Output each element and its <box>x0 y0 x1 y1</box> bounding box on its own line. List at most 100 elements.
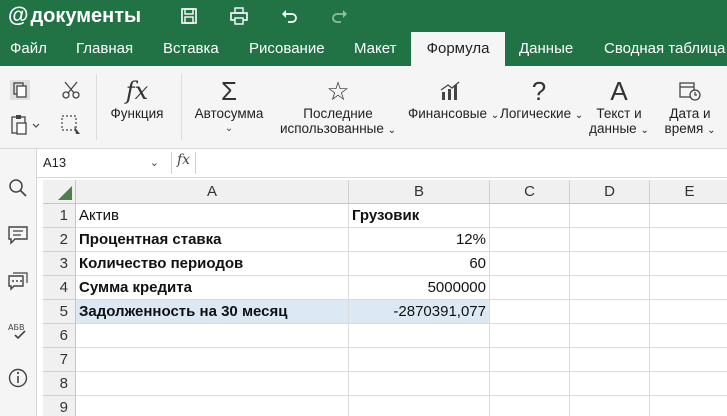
formula-bar: A13 ⌄ fx <box>37 149 727 178</box>
app-logo[interactable]: @ документы <box>8 4 141 28</box>
ribbon-separator <box>96 74 97 140</box>
grid-cell[interactable] <box>570 396 650 416</box>
tab-pivot[interactable]: Сводная таблица <box>604 32 725 66</box>
save-icon[interactable] <box>179 6 199 26</box>
grid-cell[interactable] <box>490 276 570 300</box>
tab-formula[interactable]: Формула <box>411 32 505 66</box>
name-box[interactable]: A13 ⌄ <box>43 152 165 174</box>
grid-cell[interactable] <box>570 252 650 276</box>
grid-cell[interactable] <box>650 300 727 324</box>
grid-cell[interactable] <box>76 348 349 372</box>
tab-data[interactable]: Данные <box>519 32 573 66</box>
formula-input[interactable] <box>201 152 721 174</box>
autosum-label: Автосумма <box>194 106 264 121</box>
column-header[interactable]: C <box>490 180 570 204</box>
grid-cell[interactable] <box>570 228 650 252</box>
tab-home[interactable]: Главная <box>76 32 133 66</box>
grid-cell[interactable] <box>490 372 570 396</box>
grid-cell[interactable] <box>76 372 349 396</box>
grid-cell[interactable]: -2870391,077 <box>349 300 490 324</box>
grid-cell[interactable] <box>650 204 727 228</box>
grid-cell[interactable] <box>570 300 650 324</box>
row-header[interactable]: 8 <box>43 372 76 396</box>
grid-cell[interactable]: Актив <box>76 204 349 228</box>
grid-cell[interactable]: Процентная ставка <box>76 228 349 252</box>
tab-file[interactable]: Файл <box>10 32 47 66</box>
grid-cell[interactable] <box>490 324 570 348</box>
undo-icon[interactable] <box>279 6 299 26</box>
grid-cell[interactable] <box>76 324 349 348</box>
recent-functions-button[interactable]: ☆ Последние использованные ⌄ <box>276 76 400 138</box>
row-header[interactable]: 2 <box>43 228 76 252</box>
text-functions-button[interactable]: A Текст и данные ⌄ <box>582 76 656 138</box>
column-header[interactable]: E <box>650 180 727 204</box>
grid-cell[interactable] <box>650 276 727 300</box>
paste-icon[interactable] <box>9 114 41 136</box>
recent-label-line2: использованные <box>279 121 384 136</box>
grid-cell[interactable] <box>570 204 650 228</box>
financial-button[interactable]: Финансовые ⌄ <box>408 76 499 123</box>
grid-cell[interactable]: 60 <box>349 252 490 276</box>
grid-cell[interactable]: 12% <box>349 228 490 252</box>
grid-cell[interactable] <box>650 252 727 276</box>
column-header[interactable]: A <box>76 180 349 204</box>
grid-cell[interactable] <box>490 396 570 416</box>
row-header[interactable]: 9 <box>43 396 76 416</box>
grid-cell[interactable]: Количество периодов <box>76 252 349 276</box>
grid-cell[interactable] <box>349 348 490 372</box>
grid-cell[interactable] <box>570 372 650 396</box>
question-icon: ? <box>531 76 547 106</box>
row-header[interactable]: 4 <box>43 276 76 300</box>
grid-cell[interactable] <box>570 324 650 348</box>
grid-cell[interactable] <box>650 228 727 252</box>
tab-insert[interactable]: Вставка <box>163 32 219 66</box>
grid-cell[interactable] <box>650 324 727 348</box>
grid-cell[interactable]: Сумма кредита <box>76 276 349 300</box>
text-label-line1: Текст и <box>596 106 642 121</box>
format-painter-icon[interactable] <box>60 114 82 136</box>
spellcheck-icon[interactable]: АБВ <box>7 320 29 342</box>
row-header[interactable]: 6 <box>43 324 76 348</box>
logical-button[interactable]: ? Логические ⌄ <box>500 76 583 123</box>
grid-cell[interactable] <box>349 372 490 396</box>
select-all-corner[interactable] <box>43 180 76 204</box>
insert-function-button[interactable]: fx Функция <box>104 76 170 121</box>
row-header[interactable]: 1 <box>43 204 76 228</box>
row-header[interactable]: 7 <box>43 348 76 372</box>
grid-cell[interactable] <box>570 348 650 372</box>
info-icon[interactable] <box>7 367 29 389</box>
column-header[interactable]: D <box>570 180 650 204</box>
row-header[interactable]: 3 <box>43 252 76 276</box>
grid-cell[interactable] <box>650 372 727 396</box>
row-header[interactable]: 5 <box>43 300 76 324</box>
grid-cell[interactable] <box>490 300 570 324</box>
column-header[interactable]: B <box>349 180 490 204</box>
grid-cell[interactable] <box>490 252 570 276</box>
fx-icon[interactable]: fx <box>177 152 190 168</box>
grid-cell[interactable] <box>490 348 570 372</box>
grid-cell[interactable] <box>650 348 727 372</box>
grid-cell[interactable]: Грузовик <box>349 204 490 228</box>
grid-cell[interactable] <box>349 324 490 348</box>
letter-a-icon: A <box>610 76 628 106</box>
tab-draw[interactable]: Рисование <box>249 32 325 66</box>
grid-cell[interactable] <box>650 396 727 416</box>
grid-cell[interactable] <box>490 228 570 252</box>
title-bar: @ документы <box>0 0 727 32</box>
grid-cell[interactable]: Задолженность на 30 месяц <box>76 300 349 324</box>
cut-icon[interactable] <box>60 79 82 101</box>
tab-layout[interactable]: Макет <box>354 32 396 66</box>
grid-cell[interactable] <box>76 396 349 416</box>
comment-icon[interactable] <box>7 224 29 246</box>
search-icon[interactable] <box>7 177 29 199</box>
grid-cell[interactable]: 5000000 <box>349 276 490 300</box>
copy-icon[interactable] <box>9 79 31 101</box>
print-icon[interactable] <box>229 6 249 26</box>
grid-cell[interactable] <box>570 276 650 300</box>
date-time-button[interactable]: Дата и время ⌄ <box>658 76 722 138</box>
grid-cell[interactable] <box>490 204 570 228</box>
grid-cell[interactable] <box>349 396 490 416</box>
chat-icon[interactable] <box>7 271 29 293</box>
autosum-button[interactable]: Σ Автосумма ⌄ <box>190 76 268 136</box>
redo-icon[interactable] <box>330 6 350 26</box>
